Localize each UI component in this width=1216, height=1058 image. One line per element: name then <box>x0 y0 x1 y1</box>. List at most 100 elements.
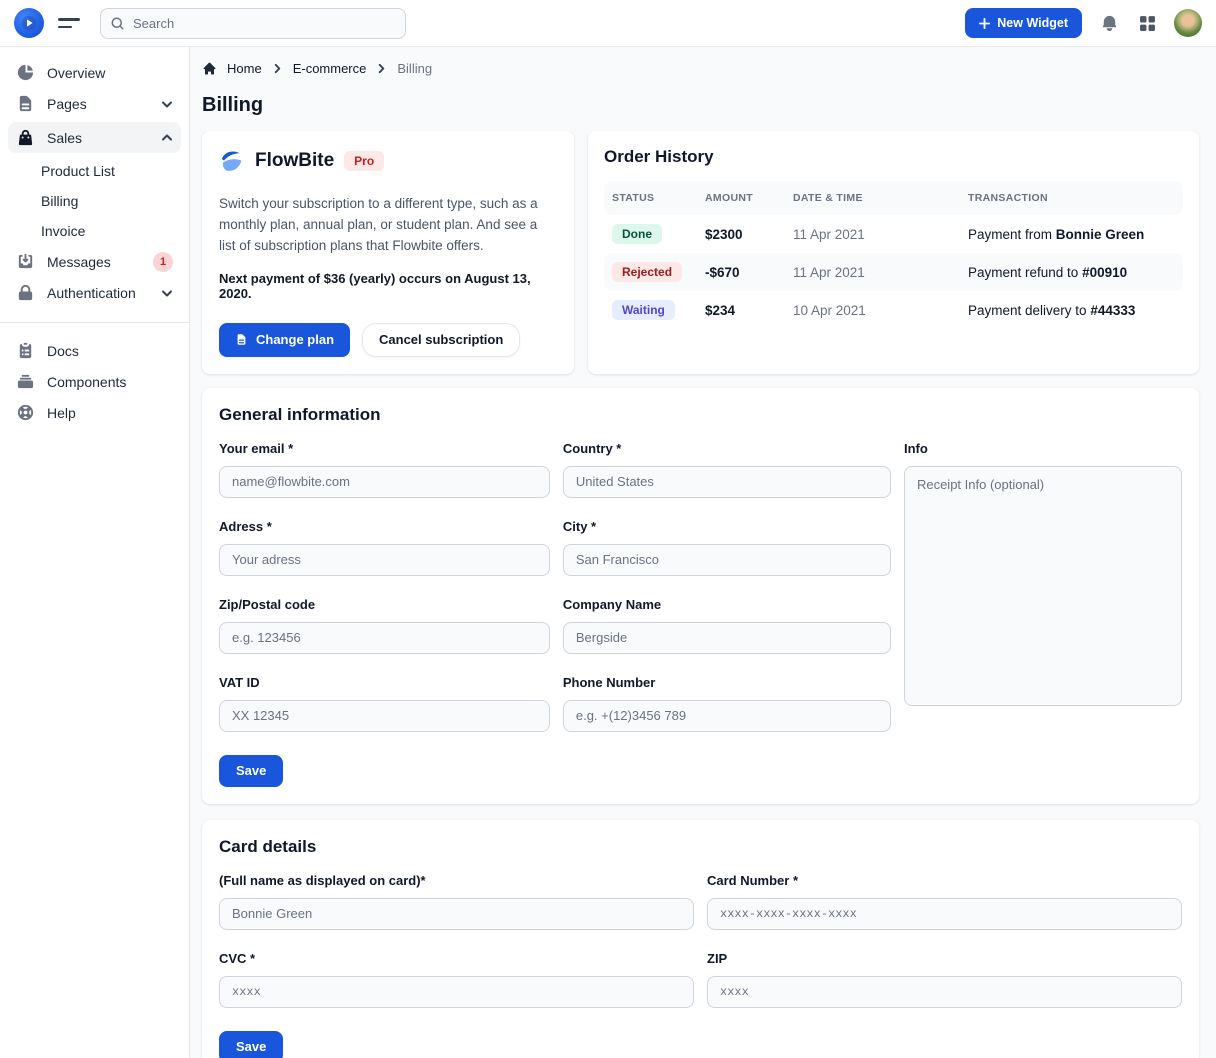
order-history-title: Order History <box>604 147 1183 167</box>
status-badge: Rejected <box>612 262 682 282</box>
cvc-field[interactable] <box>219 976 694 1008</box>
sidebar-item-pages[interactable]: Pages <box>8 88 181 119</box>
card-details-column-2: Card Number * ZIP <box>707 873 1182 1029</box>
city-field-group: City * <box>563 519 891 576</box>
receipt-info-textarea[interactable] <box>904 466 1182 706</box>
general-info-column-1: Your email * Adress * Zip/Postal code VA… <box>219 441 550 753</box>
cvc-field-group: CVC * <box>219 951 694 1008</box>
card-zip-field[interactable] <box>707 976 1182 1008</box>
table-row: Done $2300 11 Apr 2021 Payment from Bonn… <box>604 215 1183 253</box>
address-field[interactable] <box>219 544 550 576</box>
document-icon <box>16 94 35 113</box>
page-title: Billing <box>202 94 1199 117</box>
general-info-column-3: Info <box>904 441 1182 753</box>
order-history-card: Order History Status Amount Date & Time … <box>588 131 1199 374</box>
sidebar-item-product-list[interactable]: Product List <box>8 156 181 186</box>
search-input[interactable] <box>100 8 406 39</box>
sidebar-item-help[interactable]: Help <box>8 397 181 428</box>
sidebar-item-sales[interactable]: Sales <box>8 122 181 153</box>
table-row: Waiting $234 10 Apr 2021 Payment deliver… <box>604 291 1183 329</box>
cardholder-name-field[interactable] <box>219 898 694 930</box>
brand-name: FlowBite <box>255 150 334 172</box>
table-header-row: Status Amount Date & Time Transaction <box>604 181 1183 215</box>
sidebar-item-billing[interactable]: Billing <box>8 186 181 216</box>
chevron-right-icon <box>376 63 387 74</box>
main-content: Home E-commerce Billing Billing FlowBite… <box>190 0 1216 1058</box>
email-field[interactable] <box>219 466 550 498</box>
subscription-card: FlowBite Pro Switch your subscription to… <box>202 131 574 374</box>
change-plan-button[interactable]: Change plan <box>219 323 350 357</box>
country-field[interactable] <box>563 466 891 498</box>
sidebar-toggle-icon[interactable] <box>58 12 86 34</box>
address-field-group: Adress * <box>219 519 550 576</box>
zip-field-group: Zip/Postal code <box>219 597 550 654</box>
pro-badge: Pro <box>344 151 384 171</box>
company-name-field[interactable] <box>563 622 891 654</box>
flowbite-logo-icon <box>219 148 245 174</box>
chevron-down-icon <box>161 98 173 110</box>
search-container <box>100 8 406 39</box>
order-history-table: Status Amount Date & Time Transaction Do… <box>604 181 1183 329</box>
card-details-title: Card details <box>219 837 1182 857</box>
notifications-button[interactable] <box>1098 12 1121 35</box>
sidebar-item-messages[interactable]: Messages 1 <box>8 246 181 277</box>
sidebar-item-invoice[interactable]: Invoice <box>8 216 181 246</box>
shopping-bag-icon <box>16 128 35 147</box>
sidebar-item-authentication[interactable]: Authentication <box>8 277 181 308</box>
next-payment-note: Next payment of $36 (yearly) occurs on A… <box>219 271 557 301</box>
phone-number-field[interactable] <box>563 700 891 732</box>
phone-field-group: Phone Number <box>563 675 891 732</box>
card-number-field[interactable] <box>707 898 1182 930</box>
company-field-group: Company Name <box>563 597 891 654</box>
vat-id-field[interactable] <box>219 700 550 732</box>
breadcrumb-home[interactable]: Home <box>227 61 262 76</box>
document-icon <box>235 333 248 346</box>
card-details-card: Card details (Full name as displayed on … <box>202 820 1199 1058</box>
top-navbar: New Widget <box>0 0 1216 47</box>
home-icon <box>202 61 217 76</box>
general-information-title: General information <box>219 405 1182 425</box>
sidebar-item-overview[interactable]: Overview <box>8 57 181 88</box>
lock-icon <box>16 283 35 302</box>
breadcrumb: Home E-commerce Billing <box>202 61 1199 76</box>
zip-field-group: ZIP <box>707 951 1182 1008</box>
status-badge: Waiting <box>612 300 675 320</box>
plus-icon <box>979 18 990 29</box>
save-button[interactable]: Save <box>219 755 283 787</box>
new-widget-button[interactable]: New Widget <box>965 8 1082 38</box>
card-details-column-1: (Full name as displayed on card)* CVC * <box>219 873 694 1029</box>
email-field-group: Your email * <box>219 441 550 498</box>
sidebar-item-components[interactable]: Components <box>8 366 181 397</box>
country-field-group: Country * <box>563 441 891 498</box>
messages-count-badge: 1 <box>153 252 173 272</box>
search-icon <box>110 16 125 31</box>
clipboard-icon <box>16 341 35 360</box>
chevron-up-icon <box>161 132 173 144</box>
city-field[interactable] <box>563 544 891 576</box>
sidebar: Overview Pages Sales Product List Billin… <box>0 47 190 1058</box>
save-button[interactable]: Save <box>219 1031 283 1058</box>
apps-button[interactable] <box>1137 13 1158 34</box>
life-buoy-icon <box>16 403 35 422</box>
general-information-card: General information Your email * Adress … <box>202 388 1199 804</box>
breadcrumb-current: Billing <box>397 61 432 76</box>
user-avatar[interactable] <box>1174 9 1202 37</box>
table-row: Rejected -$670 11 Apr 2021 Payment refun… <box>604 253 1183 291</box>
bell-icon <box>1100 14 1119 33</box>
vat-field-group: VAT ID <box>219 675 550 732</box>
app-logo[interactable] <box>14 8 44 38</box>
inbox-icon <box>16 252 35 271</box>
pie-chart-icon <box>16 63 35 82</box>
sidebar-item-docs[interactable]: Docs <box>8 335 181 366</box>
info-field-group: Info <box>904 441 1182 711</box>
subscription-description: Switch your subscription to a different … <box>219 194 557 257</box>
breadcrumb-ecommerce[interactable]: E-commerce <box>293 61 367 76</box>
play-icon <box>21 15 37 31</box>
chevron-right-icon <box>272 63 283 74</box>
apps-grid-icon <box>1139 15 1156 32</box>
cancel-subscription-button[interactable]: Cancel subscription <box>362 323 520 357</box>
card-number-field-group: Card Number * <box>707 873 1182 930</box>
zip-postal-field[interactable] <box>219 622 550 654</box>
collection-icon <box>16 372 35 391</box>
general-info-column-2: Country * City * Company Name Phone Numb… <box>563 441 891 753</box>
